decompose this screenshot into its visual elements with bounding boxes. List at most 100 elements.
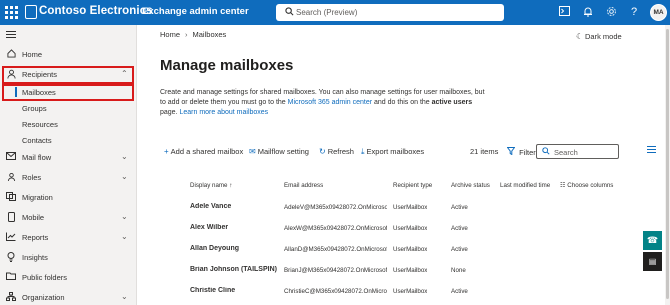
office-logo-icon — [25, 5, 37, 19]
learn-more-link[interactable]: Learn more about mailboxes — [179, 109, 268, 116]
chevron-down-icon[interactable]: ⌄ — [121, 152, 128, 161]
sidebar-subitem-contacts[interactable]: Contacts — [0, 133, 136, 147]
search-icon — [285, 7, 294, 18]
column-header-recipient-type[interactable]: Recipient type — [393, 182, 432, 189]
view-options-icon[interactable] — [647, 146, 656, 155]
filter-icon — [506, 147, 517, 157]
breadcrumb-home[interactable]: Home — [160, 30, 180, 39]
table-row[interactable]: Adele Vance AdeleV@M365x09428072.OnMicro… — [160, 197, 660, 218]
cell-email: AlexW@M365x09428072.OnMicrosoft.c — [284, 225, 387, 232]
sidebar-item-insights[interactable]: Insights — [0, 248, 136, 266]
filter-button[interactable]: Filter — [506, 147, 536, 157]
cell-display-name[interactable]: Adele Vance — [190, 203, 231, 210]
feedback-button[interactable]: ▤ — [643, 252, 662, 271]
chevron-right-icon: › — [185, 30, 188, 39]
app-name[interactable]: Exchange admin center — [142, 6, 249, 17]
table-row[interactable]: Alex Wilber AlexW@M365x09428072.OnMicros… — [160, 218, 660, 239]
insights-icon — [6, 252, 16, 262]
sidebar-item-mail-flow[interactable]: Mail flow ⌄ — [0, 148, 136, 166]
avatar[interactable]: MA — [650, 4, 667, 21]
sidebar-subitem-resources[interactable]: Resources — [0, 117, 136, 131]
cell-archive-status: Active — [451, 288, 468, 295]
terminal-icon[interactable] — [558, 6, 570, 18]
button-label: Choose columns — [567, 182, 614, 189]
table-row[interactable]: Christie Cline ChristieC@M365x09428072.O… — [160, 281, 660, 302]
refresh-button[interactable]: ↻ Refresh — [319, 147, 354, 156]
cell-recipient-type: UserMailbox — [393, 204, 428, 211]
organization-icon — [6, 292, 16, 302]
cell-display-name[interactable]: Christie Cline — [190, 287, 235, 294]
search-placeholder: Search — [554, 148, 578, 157]
columns-icon: ☷ — [560, 182, 566, 189]
hamburger-menu-icon[interactable] — [6, 31, 16, 40]
highlight-box-recipients — [2, 66, 134, 84]
column-header-display-name[interactable]: Display name ↑ — [190, 182, 232, 189]
table-header: Display name ↑ Email address Recipient t… — [160, 182, 660, 194]
sidebar-subitem-groups[interactable]: Groups — [0, 101, 136, 115]
cell-archive-status: Active — [451, 246, 468, 253]
export-mailboxes-button[interactable]: ⤓ Export mailboxes — [361, 147, 424, 157]
chat-icon: ▤ — [648, 257, 657, 266]
sidebar-item-home[interactable]: Home — [0, 45, 136, 63]
refresh-icon: ↻ — [319, 147, 326, 156]
column-header-last-modified[interactable]: Last modified time — [500, 182, 550, 189]
sidebar-item-label: Organization — [22, 293, 65, 302]
dark-mode-toggle[interactable]: ☾ Dark mode — [576, 32, 622, 41]
m365-admin-center-link[interactable]: Microsoft 365 admin center — [288, 99, 372, 106]
sidebar-item-label: Mail flow — [22, 153, 52, 162]
cell-recipient-type: UserMailbox — [393, 288, 428, 295]
add-shared-mailbox-button[interactable]: + Add a shared mailbox — [164, 147, 243, 156]
cell-display-name[interactable]: Allan Deyoung — [190, 245, 239, 252]
table-row[interactable]: Brian Johnson (TAILSPIN) BrianJ@M365x094… — [160, 260, 660, 281]
chevron-down-icon[interactable]: ⌄ — [121, 212, 128, 221]
global-search-input[interactable]: Search (Preview) — [276, 4, 504, 21]
settings-gear-icon[interactable] — [605, 6, 617, 18]
notifications-icon[interactable] — [582, 6, 594, 18]
sort-ascending-icon: ↑ — [229, 182, 233, 189]
page-description: Create and manage settings for shared ma… — [160, 88, 490, 118]
cell-archive-status: Active — [451, 204, 468, 211]
page-title: Manage mailboxes — [160, 57, 294, 74]
sidebar-item-roles[interactable]: Roles ⌄ — [0, 168, 136, 186]
sidebar-item-label: Home — [22, 50, 43, 59]
sidebar-item-label: Reports — [22, 233, 49, 242]
sidebar-item-public-folders[interactable]: Public folders — [0, 268, 136, 286]
column-header-archive-status[interactable]: Archive status — [451, 182, 490, 189]
mail-icon — [6, 152, 16, 162]
home-icon — [6, 49, 16, 59]
help-icon[interactable]: ? — [628, 6, 640, 18]
cell-display-name[interactable]: Alex Wilber — [190, 224, 228, 231]
chevron-down-icon[interactable]: ⌄ — [121, 292, 128, 301]
active-users-text: active users — [431, 99, 473, 106]
mailbox-search-input[interactable]: Search — [536, 144, 619, 159]
mailflow-setting-button[interactable]: ✉ Mailflow setting — [249, 147, 309, 156]
sidebar-item-label: Migration — [22, 193, 53, 202]
brand-name[interactable]: Contoso Electronics — [39, 5, 153, 17]
sidebar-subitem-label: Groups — [22, 104, 47, 113]
migration-icon — [6, 192, 16, 202]
header-label: Display name — [190, 182, 228, 189]
vertical-scrollbar[interactable] — [665, 25, 670, 305]
sidebar-item-organization[interactable]: Organization ⌄ — [0, 288, 136, 305]
sidebar-item-migration[interactable]: Migration — [0, 188, 136, 206]
column-header-email[interactable]: Email address — [284, 182, 323, 189]
cell-archive-status: Active — [451, 225, 468, 232]
highlight-box-mailboxes — [2, 84, 134, 101]
button-label: Add a shared mailbox — [170, 147, 244, 156]
chevron-down-icon[interactable]: ⌄ — [121, 172, 128, 181]
sidebar-item-reports[interactable]: Reports ⌄ — [0, 228, 136, 246]
chevron-down-icon[interactable]: ⌄ — [121, 232, 128, 241]
cell-recipient-type: UserMailbox — [393, 246, 428, 253]
help-assistant-button[interactable]: ☎ — [643, 231, 662, 250]
cell-archive-status: None — [451, 267, 466, 274]
cell-email: AdeleV@M365x09428072.OnMicrosoft. — [284, 204, 387, 211]
description-text: and do this on the — [372, 99, 432, 106]
choose-columns-button[interactable]: ☷ Choose columns — [560, 182, 613, 189]
cell-email: AllanD@M365x09428072.OnMicrosoft. — [284, 246, 387, 253]
app-launcher-icon[interactable] — [5, 6, 18, 19]
sidebar-item-mobile[interactable]: Mobile ⌄ — [0, 208, 136, 226]
cell-display-name[interactable]: Brian Johnson (TAILSPIN) — [190, 266, 277, 273]
scrollbar-thumb[interactable] — [666, 29, 669, 299]
cell-email: ChristieC@M365x09428072.OnMicroso — [284, 288, 387, 295]
table-row[interactable]: Allan Deyoung AllanD@M365x09428072.OnMic… — [160, 239, 660, 260]
